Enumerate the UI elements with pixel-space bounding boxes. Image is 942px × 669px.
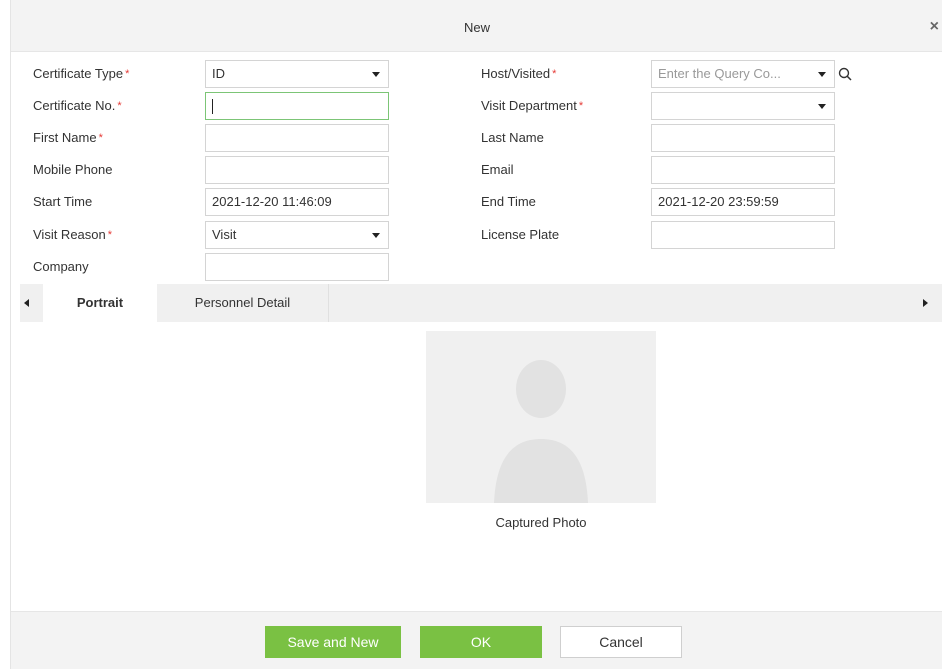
end-time-input[interactable]: 2021-12-20 23:59:59 (651, 188, 835, 216)
host-visited-placeholder: Enter the Query Co... (658, 66, 781, 81)
visit-reason-value: Visit (212, 227, 237, 242)
chevron-down-icon (818, 104, 826, 109)
captured-photo-caption: Captured Photo (495, 515, 587, 530)
dialog-footer: Save and New OK Cancel (11, 611, 942, 669)
end-time-label: End Time (481, 194, 536, 209)
mobile-phone-input[interactable] (205, 156, 389, 184)
email-input[interactable] (651, 156, 835, 184)
new-visitor-dialog: New × Certificate Type * ID Certificate N… (10, 0, 942, 669)
license-plate-input[interactable] (651, 221, 835, 249)
license-plate-label: License Plate (481, 227, 560, 242)
company-label: Company (33, 259, 89, 274)
mobile-phone-label: Mobile Phone (33, 162, 113, 177)
certificate-no-label: Certificate No. * (33, 98, 122, 113)
host-visited-select[interactable]: Enter the Query Co... (651, 60, 835, 88)
chevron-down-icon (818, 72, 826, 77)
ok-button[interactable]: OK (420, 626, 542, 658)
save-and-new-button[interactable]: Save and New (265, 626, 401, 658)
first-name-label: First Name * (33, 130, 103, 145)
host-visited-label: Host/Visited * (481, 66, 557, 81)
dialog-titlebar: New × (11, 0, 942, 52)
chevron-down-icon (372, 72, 380, 77)
close-icon[interactable]: × (930, 19, 939, 35)
certificate-type-label: Certificate Type * (33, 66, 130, 81)
dialog-title: New (463, 20, 490, 35)
start-time-label: Start Time (33, 194, 93, 209)
tab-portrait[interactable]: Portrait (43, 284, 157, 323)
first-name-input[interactable] (205, 124, 389, 152)
company-input[interactable] (205, 253, 389, 281)
visitor-form: Certificate Type * ID Certificate No. * Fi… (11, 52, 942, 284)
tab-scroll-left-icon[interactable] (24, 299, 29, 307)
certificate-type-value: ID (212, 66, 225, 81)
start-time-input[interactable]: 2021-12-20 11:46:09 (205, 188, 389, 216)
email-label: Email (481, 162, 514, 177)
visit-department-label: Visit Department * (481, 98, 584, 113)
visit-reason-label: Visit Reason * (33, 227, 113, 242)
last-name-label: Last Name (481, 130, 544, 145)
end-time-value: 2021-12-20 23:59:59 (658, 194, 779, 209)
certificate-no-input[interactable] (205, 92, 389, 120)
tab-scroll-right-icon[interactable] (923, 299, 928, 307)
captured-photo[interactable] (426, 331, 656, 503)
cancel-button[interactable]: Cancel (560, 626, 682, 658)
visit-reason-select[interactable]: Visit (205, 221, 389, 249)
person-placeholder-icon (494, 360, 588, 503)
tab-personnel-detail[interactable]: Personnel Detail (157, 284, 329, 322)
certificate-type-select[interactable]: ID (205, 60, 389, 88)
tab-bar: Portrait Personnel Detail (20, 284, 942, 323)
start-time-value: 2021-12-20 11:46:09 (212, 194, 332, 209)
visit-department-select[interactable] (651, 92, 835, 120)
chevron-down-icon (372, 233, 380, 238)
text-cursor (212, 99, 213, 114)
search-icon[interactable] (838, 67, 852, 81)
last-name-input[interactable] (651, 124, 835, 152)
